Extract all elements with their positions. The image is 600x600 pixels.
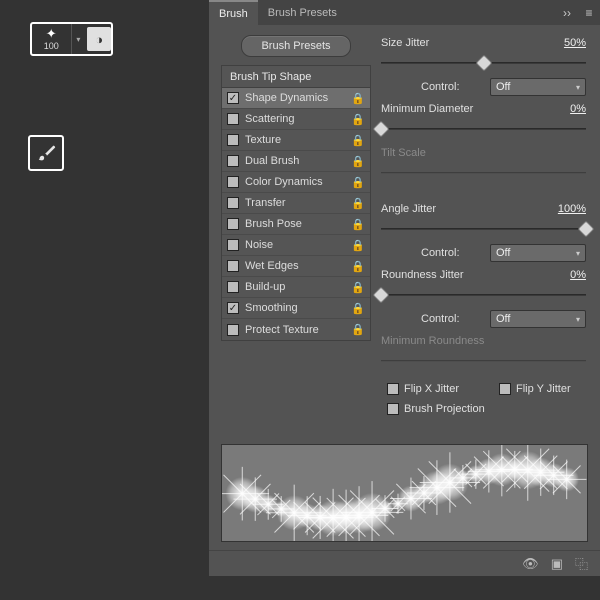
checkbox[interactable] bbox=[227, 324, 239, 336]
dynamics-label: Protect Texture bbox=[245, 324, 351, 336]
dynamics-label: Dual Brush bbox=[245, 155, 351, 167]
min-diameter-value[interactable]: 0% bbox=[540, 103, 586, 115]
min-diameter-slider[interactable] bbox=[381, 123, 586, 137]
checkbox[interactable] bbox=[227, 239, 239, 251]
lock-icon[interactable]: 🔒 bbox=[351, 323, 365, 336]
angle-jitter-slider[interactable] bbox=[381, 223, 586, 237]
lock-icon[interactable]: 🔒 bbox=[351, 134, 365, 147]
dynamics-label: Scattering bbox=[245, 113, 351, 125]
dynamics-row-dual-brush[interactable]: Dual Brush🔒 bbox=[222, 151, 370, 172]
shape-dynamics-controls: Size Jitter50% Control: Off▾ Minimum Dia… bbox=[381, 35, 588, 430]
brush-tip-preview[interactable]: ✦ 100 bbox=[32, 24, 72, 54]
checkbox[interactable] bbox=[227, 176, 239, 188]
checkbox[interactable] bbox=[227, 113, 239, 125]
checkbox[interactable] bbox=[227, 302, 239, 314]
control-label: Control: bbox=[421, 247, 460, 259]
brush-tool-button[interactable] bbox=[28, 135, 64, 171]
min-roundness-slider bbox=[381, 355, 586, 369]
dynamics-label: Build-up bbox=[245, 281, 351, 293]
preview-toggle-icon[interactable]: 👁 bbox=[522, 556, 539, 572]
brush-panel: Brush Brush Presets ›› ≡ Brush Presets B… bbox=[209, 0, 600, 576]
brush-projection-checkbox[interactable]: Brush Projection bbox=[387, 403, 485, 415]
brush-presets-button[interactable]: Brush Presets bbox=[241, 35, 351, 57]
lock-icon[interactable]: 🔒 bbox=[351, 239, 365, 252]
roundness-control-select[interactable]: Off▾ bbox=[490, 310, 586, 328]
brush-preset-widget[interactable]: ✦ 100 ▾ ◑ bbox=[30, 22, 113, 56]
brush-tip-shape-button[interactable]: Brush Tip Shape bbox=[222, 66, 370, 88]
dynamics-label: Color Dynamics bbox=[245, 176, 351, 188]
lock-icon[interactable]: 🔒 bbox=[351, 113, 365, 126]
tab-brush-presets[interactable]: Brush Presets bbox=[258, 0, 347, 25]
control-label: Control: bbox=[421, 81, 460, 93]
lock-icon[interactable]: 🔒 bbox=[351, 218, 365, 231]
dynamics-label: Transfer bbox=[245, 197, 351, 209]
dynamics-row-noise[interactable]: Noise🔒 bbox=[222, 235, 370, 256]
flip-y-jitter-checkbox[interactable]: Flip Y Jitter bbox=[499, 383, 571, 395]
size-jitter-slider[interactable] bbox=[381, 57, 586, 71]
lock-icon[interactable]: 🔒 bbox=[351, 260, 365, 273]
dynamics-row-protect-texture[interactable]: Protect Texture🔒 bbox=[222, 319, 370, 340]
collapse-icon[interactable]: ›› bbox=[556, 0, 578, 25]
lock-icon[interactable]: 🔒 bbox=[351, 197, 365, 210]
angle-control-select[interactable]: Off▾ bbox=[490, 244, 586, 262]
lock-icon[interactable]: 🔒 bbox=[351, 281, 365, 294]
dynamics-row-wet-edges[interactable]: Wet Edges🔒 bbox=[222, 256, 370, 277]
create-brush-icon[interactable]: ⿻ bbox=[575, 554, 588, 573]
panel-tabs: Brush Brush Presets ›› ≡ bbox=[209, 0, 600, 25]
checkbox[interactable] bbox=[227, 134, 239, 146]
dynamics-label: Wet Edges bbox=[245, 260, 351, 272]
size-jitter-label: Size Jitter bbox=[381, 37, 540, 49]
dynamics-label: Brush Pose bbox=[245, 218, 351, 230]
lock-icon[interactable]: 🔒 bbox=[351, 92, 365, 105]
checkbox[interactable] bbox=[227, 260, 239, 272]
size-jitter-value[interactable]: 50% bbox=[540, 37, 586, 49]
panel-footer: 👁 ▣ ⿻ bbox=[209, 550, 600, 576]
min-roundness-label: Minimum Roundness bbox=[381, 335, 586, 347]
size-control-select[interactable]: Off▾ bbox=[490, 78, 586, 96]
brush-dynamics-list: Brush Tip Shape Shape Dynamics🔒Scatterin… bbox=[221, 65, 371, 341]
angle-jitter-label: Angle Jitter bbox=[381, 203, 540, 215]
pressure-toggle-icon[interactable]: ◑ bbox=[87, 27, 111, 51]
dynamics-row-smoothing[interactable]: Smoothing🔒 bbox=[222, 298, 370, 319]
dynamics-row-shape-dynamics[interactable]: Shape Dynamics🔒 bbox=[222, 88, 370, 109]
lock-icon[interactable]: 🔒 bbox=[351, 155, 365, 168]
flip-x-jitter-checkbox[interactable]: Flip X Jitter bbox=[387, 383, 459, 395]
checkbox[interactable] bbox=[227, 92, 239, 104]
chevron-down-icon[interactable]: ▾ bbox=[72, 35, 86, 44]
panel-menu-icon[interactable]: ≡ bbox=[578, 0, 600, 25]
min-diameter-label: Minimum Diameter bbox=[381, 103, 540, 115]
tilt-scale-label: Tilt Scale bbox=[381, 147, 586, 159]
dynamics-row-brush-pose[interactable]: Brush Pose🔒 bbox=[222, 214, 370, 235]
lock-icon[interactable]: 🔒 bbox=[351, 302, 365, 315]
dynamics-label: Shape Dynamics bbox=[245, 92, 351, 104]
tilt-scale-slider bbox=[381, 167, 586, 181]
roundness-jitter-value[interactable]: 0% bbox=[540, 269, 586, 281]
angle-jitter-value[interactable]: 100% bbox=[540, 203, 586, 215]
dynamics-label: Smoothing bbox=[245, 302, 351, 314]
brush-options-column: Brush Presets Brush Tip Shape Shape Dyna… bbox=[221, 35, 371, 430]
brush-size-value: 100 bbox=[44, 41, 59, 51]
dynamics-row-transfer[interactable]: Transfer🔒 bbox=[222, 193, 370, 214]
dynamics-label: Texture bbox=[245, 134, 351, 146]
brush-icon bbox=[35, 142, 57, 164]
new-preset-icon[interactable]: ▣ bbox=[551, 556, 563, 572]
checkbox[interactable] bbox=[227, 197, 239, 209]
control-label: Control: bbox=[421, 313, 460, 325]
dynamics-row-texture[interactable]: Texture🔒 bbox=[222, 130, 370, 151]
checkbox[interactable] bbox=[227, 281, 239, 293]
brush-stroke-preview bbox=[221, 444, 588, 542]
roundness-jitter-label: Roundness Jitter bbox=[381, 269, 540, 281]
sparkle-icon: ✦ bbox=[46, 27, 57, 40]
checkbox[interactable] bbox=[227, 218, 239, 230]
dynamics-row-scattering[interactable]: Scattering🔒 bbox=[222, 109, 370, 130]
lock-icon[interactable]: 🔒 bbox=[351, 176, 365, 189]
dynamics-label: Noise bbox=[245, 239, 351, 251]
dynamics-row-build-up[interactable]: Build-up🔒 bbox=[222, 277, 370, 298]
dynamics-row-color-dynamics[interactable]: Color Dynamics🔒 bbox=[222, 172, 370, 193]
tab-brush[interactable]: Brush bbox=[209, 0, 258, 25]
roundness-jitter-slider[interactable] bbox=[381, 289, 586, 303]
checkbox[interactable] bbox=[227, 155, 239, 167]
